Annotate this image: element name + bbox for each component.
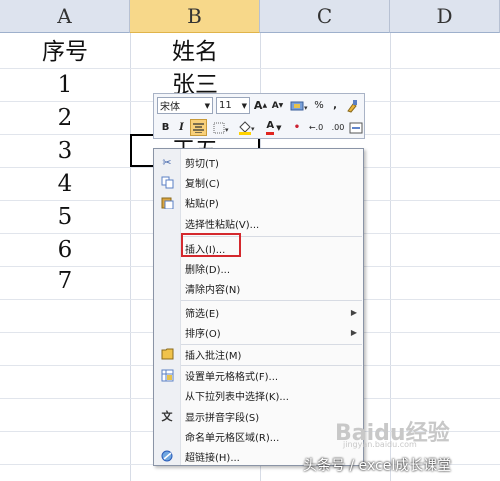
phonetic-icon: 文 [161,410,173,423]
font-name-combo[interactable]: 宋体 ▼ [157,97,213,114]
menu-item-label: 从下拉列表中选择(K)... [185,391,289,403]
center-align-button[interactable] [190,119,207,136]
grow-font-label: A [253,99,263,112]
menu-item-show-phonetic[interactable]: 文 显示拼音字段(S) [154,406,363,426]
decrease-decimal-button[interactable]: .00 [329,119,347,136]
borders-button[interactable]: ▾ [211,119,233,136]
menu-item-format-cells[interactable]: 设置单元格格式(F)... [154,365,363,385]
menu-item-label: 显示拼音字段(S) [185,412,260,424]
fill-color-icon: ▾ [239,120,255,135]
font-name-value: 宋体 [160,102,180,113]
column-header-c[interactable]: C [260,0,390,33]
svg-text:▾: ▾ [304,104,308,112]
menu-item-label: 清除内容(N) [185,284,241,296]
menu-item-label: 粘贴(P) [185,198,219,210]
cell-a6[interactable]: 5 [0,201,130,233]
menu-item-insert-comment[interactable]: 插入批注(M) [154,344,363,364]
chevron-down-icon: ▼ [276,123,282,132]
cell-a8[interactable]: 7 [0,265,130,297]
shrink-font-label: A [271,100,279,111]
menu-item-pick-from-list[interactable]: 从下拉列表中选择(K)... [154,385,363,405]
font-color-button[interactable]: A ▼ [262,119,286,136]
column-header-a[interactable]: A [0,0,130,33]
font-color-label: A [266,120,275,135]
watermark-url: jingyan.baidu.com [343,440,417,449]
hyperlink-icon [160,449,174,463]
scissors-icon: ✂ [162,155,172,169]
percent-button[interactable]: % [312,97,326,114]
submenu-arrow-icon: ▶ [350,307,357,317]
cell-a7[interactable]: 6 [0,234,130,266]
chevron-down-icon: ▼ [204,101,210,110]
menu-item-label: 删除(D)... [185,264,231,276]
column-header-d[interactable]: D [390,0,500,33]
font-size-value: 11 [219,100,232,111]
font-color-more-icon[interactable]: • [291,119,303,136]
format-painter-button[interactable] [344,97,360,114]
menu-item-paste[interactable]: 粘贴(P) [154,192,363,212]
cell-b1[interactable]: 姓名 [130,36,260,68]
menu-separator [181,300,362,301]
author-credit: 头条号 / excel成长课堂 [303,458,452,474]
cell-a2[interactable]: 1 [0,69,130,101]
cell-a5[interactable]: 4 [0,168,130,200]
chevron-down-icon: ▼ [241,101,247,110]
context-menu: ✂ 剪切(T) 复制(C) 粘贴(P) 选择性粘贴(V)... 插入(I)...… [153,148,364,466]
comma-button[interactable]: , [328,97,342,114]
menu-item-delete[interactable]: 删除(D)... [154,258,363,278]
menu-item-label: 超链接(H)... [185,452,240,464]
mini-toolbar: 宋体 ▼ 11 ▼ A ▲ A ▼ ▾ % , B I ▾ ▾ A ▼ • ←.0 .… [153,93,365,139]
submenu-arrow-icon: ▶ [350,327,357,337]
cell-a1[interactable]: 序号 [0,36,130,68]
menu-item-label: 选择性粘贴(V)... [185,219,260,231]
menu-item-label: 复制(C) [185,178,220,190]
merge-center-icon [349,122,363,133]
svg-text:▾: ▾ [225,126,229,134]
svg-text:▾: ▾ [251,125,255,133]
paste-icon [160,195,174,209]
menu-item-paste-special[interactable]: 选择性粘贴(V)... [154,213,363,233]
format-cells-icon [160,368,174,382]
merge-center-button[interactable] [348,119,364,136]
copy-icon [160,175,174,189]
shrink-font-button[interactable]: A ▼ [270,97,285,114]
align-center-icon [193,122,204,133]
accounting-format-button[interactable]: ▾ [288,97,310,114]
insert-highlight-box [181,233,241,257]
comment-icon [160,347,174,361]
menu-item-label: 设置单元格格式(F)... [185,371,279,383]
menu-item-clear-contents[interactable]: 清除内容(N) [154,278,363,298]
grow-font-button[interactable]: A ▲ [253,97,268,114]
menu-item-label: 剪切(T) [185,158,219,170]
menu-item-label: 排序(O) [185,328,221,340]
accounting-format-icon: ▾ [290,101,308,112]
menu-item-label: 筛选(E) [185,308,220,320]
cell-a3[interactable]: 2 [0,102,130,134]
font-size-combo[interactable]: 11 ▼ [216,97,250,114]
bold-button[interactable]: B [158,119,173,136]
menu-item-copy[interactable]: 复制(C) [154,172,363,192]
menu-item-label: 命名单元格区域(R)... [185,432,280,444]
italic-button[interactable]: I [174,119,189,136]
menu-item-define-name[interactable]: 命名单元格区域(R)... [154,426,363,446]
menu-item-label: 插入批注(M) [185,350,242,362]
menu-item-filter[interactable]: 筛选(E) ▶ [154,302,363,322]
format-painter-icon [347,99,357,113]
borders-icon: ▾ [213,122,229,134]
cell-a4[interactable]: 3 [0,135,130,167]
increase-decimal-button[interactable]: ←.0 [304,119,328,136]
fill-color-button[interactable]: ▾ [235,119,259,136]
menu-item-sort[interactable]: 排序(O) ▶ [154,322,363,342]
column-header-b[interactable]: B [130,0,260,33]
menu-item-cut[interactable]: ✂ 剪切(T) [154,152,363,172]
